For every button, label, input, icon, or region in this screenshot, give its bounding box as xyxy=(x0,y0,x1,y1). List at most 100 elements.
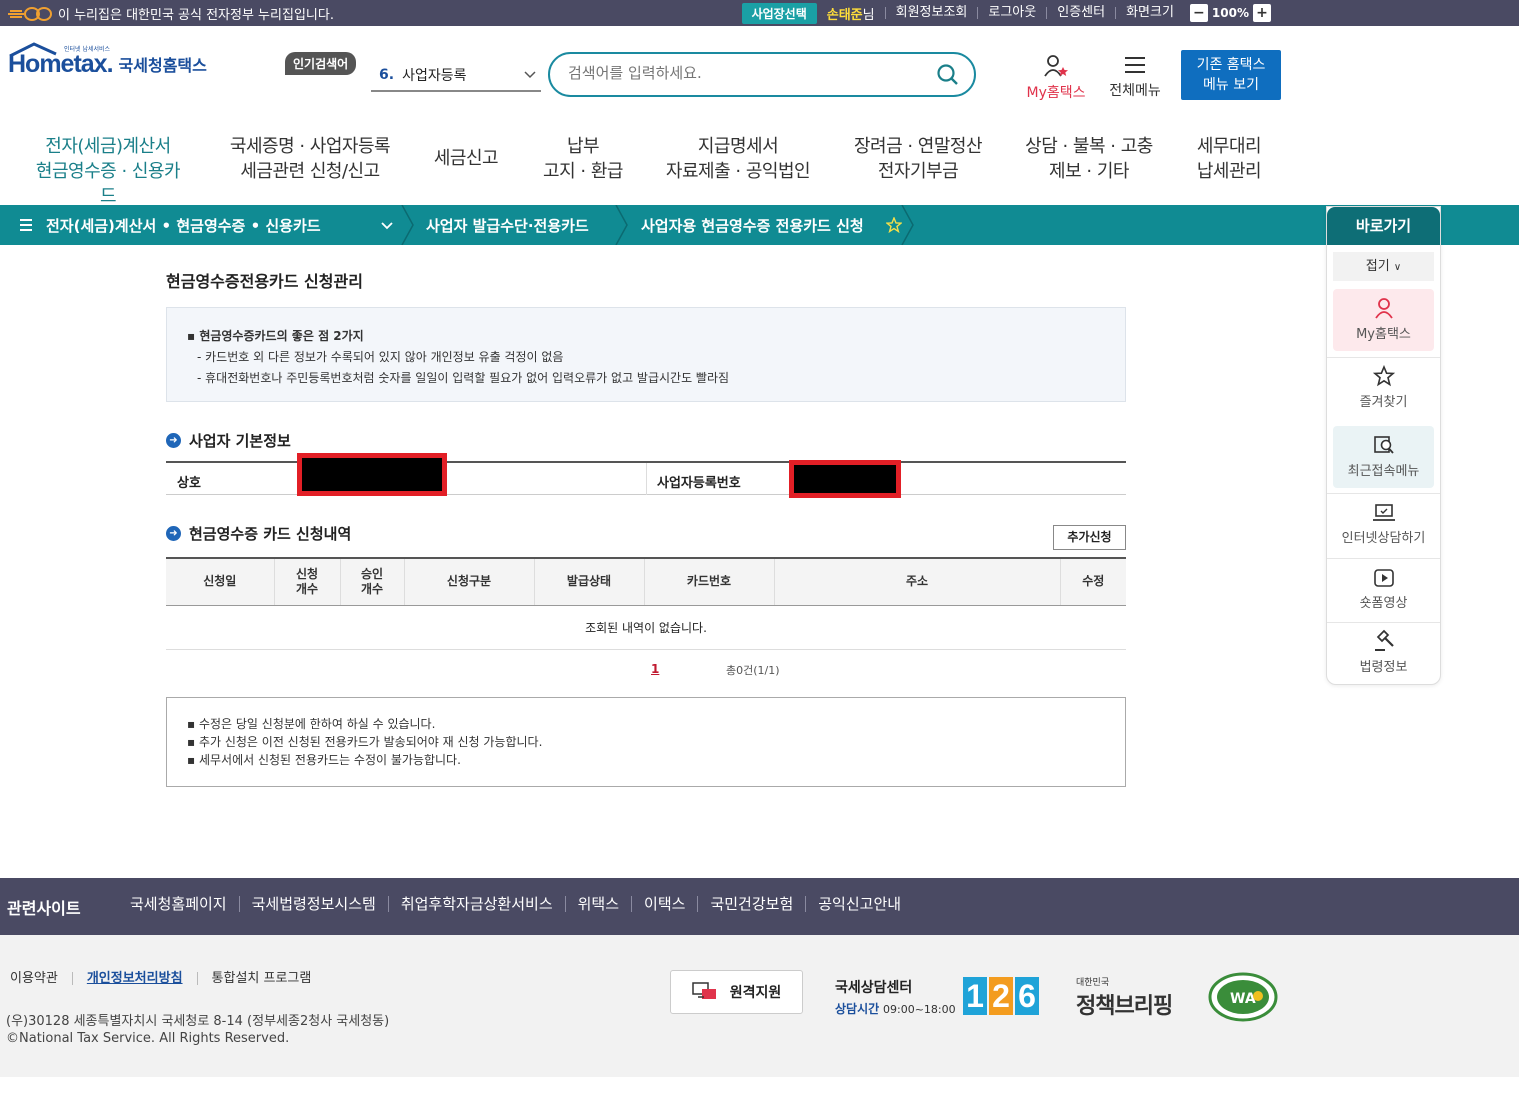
consult-center: 국세상담센터 상담시간 09:00~18:00 xyxy=(835,977,956,1017)
consult-center-title: 국세상담센터 xyxy=(835,980,913,996)
terms-link[interactable]: 이용약관 xyxy=(10,972,72,985)
biz-number-label: 사업자등록번호 xyxy=(657,476,741,491)
page-title: 현금영수증전용카드 신청관리 xyxy=(166,272,363,291)
quick-item-online-consult[interactable]: 인터넷상담하기 xyxy=(1333,493,1434,555)
arrow-circle-icon: ➜ xyxy=(166,526,181,541)
notice-box: ▪ 수정은 당일 신청분에 한하여 하실 수 있습니다. ▪ 추가 신청은 이전… xyxy=(166,697,1126,787)
logo-tagline: 인터넷 납세서비스 xyxy=(64,46,111,53)
chevron-down-icon[interactable] xyxy=(381,220,393,232)
col-edit: 수정 xyxy=(1060,557,1126,606)
all-menu-button[interactable]: 전체메뉴 xyxy=(1104,54,1166,100)
cert-center-link[interactable]: 인증센터 xyxy=(1046,6,1115,19)
breadcrumb-level1[interactable]: 전자(세금)계산서 • 현금영수증 • 신용카드 xyxy=(46,215,321,236)
gnb-item-einvoice[interactable]: 전자(세금)계산서 현금영수증 · 신용카드 xyxy=(28,134,188,221)
egov-logo-icon xyxy=(8,6,52,21)
footer-address: (우)30128 세종특별자치시 국세청로 8-14 (정부세종2청사 국세청동… xyxy=(6,1014,390,1029)
gnb-item-tax-report[interactable]: 세금신고 xyxy=(430,146,502,171)
play-video-icon xyxy=(1373,569,1394,587)
chevron-down-icon xyxy=(524,71,536,79)
quick-item-recent-menu[interactable]: 최근접속메뉴 xyxy=(1333,426,1434,488)
gnb-item-consult[interactable]: 상담 · 불복 · 고충 제보 · 기타 xyxy=(1022,134,1156,184)
user-star-icon xyxy=(1044,55,1068,77)
footer-copyright: ©National Tax Service. All Rights Reserv… xyxy=(6,1031,290,1046)
col-apply-count: 신청 개수 xyxy=(274,557,341,606)
logout-link[interactable]: 로그아웃 xyxy=(977,6,1046,19)
my-hometax-button[interactable]: My홈택스 xyxy=(1022,54,1090,102)
related-link-whistleblow[interactable]: 공익신고안내 xyxy=(805,896,913,912)
logo-korean: 국세청홈택스 xyxy=(118,56,207,75)
page-link-1[interactable]: 1 xyxy=(651,662,659,676)
note-item: ▪ 수정은 당일 신청분에 한하여 하실 수 있습니다. xyxy=(187,717,436,731)
search-icon[interactable] xyxy=(936,63,960,87)
zoom-level: 100% xyxy=(1211,6,1249,20)
col-approve-count: 승인 개수 xyxy=(340,557,405,606)
popular-search-tag: 인기검색어 xyxy=(285,52,357,75)
quick-item-shortform-video[interactable]: 숏폼영상 xyxy=(1333,558,1434,620)
search-input[interactable] xyxy=(568,64,928,82)
search-box xyxy=(548,52,976,97)
old-hometax-menu-button[interactable]: 기존 홈택스 메뉴 보기 xyxy=(1181,50,1281,100)
install-program-link[interactable]: 통합설치 프로그램 xyxy=(196,972,326,985)
info-line-1: - 카드번호 외 다른 정보가 수록되어 있지 않아 개인정보 유출 걱정이 없… xyxy=(197,350,564,364)
gov-notice-bar: 이 누리집은 대한민국 공식 전자정부 누리집입니다. 사업장선택 손태준님 회… xyxy=(0,0,1519,26)
quick-item-my-hometax[interactable]: My홈택스 xyxy=(1333,289,1434,351)
business-select-button[interactable]: 사업장선택 xyxy=(741,2,817,24)
consult-number-126: 1 2 6 xyxy=(963,977,1039,1015)
star-favorite-icon[interactable] xyxy=(886,217,902,233)
gnb-item-statement[interactable]: 지급명세서 자료제출 · 공익법인 xyxy=(664,134,812,184)
logo-house-icon xyxy=(9,42,57,58)
related-link-nhis[interactable]: 국민건강보험 xyxy=(697,896,805,912)
zoom-out-button[interactable]: − xyxy=(1189,4,1208,22)
quick-menu-fold-button[interactable]: 접기 ∨ xyxy=(1333,252,1434,281)
popular-search-select[interactable]: 6. 사업자등록 xyxy=(371,60,541,92)
chevron-down-icon: ∨ xyxy=(1393,262,1402,273)
user-greeting: 손태준님 xyxy=(826,7,875,23)
breadcrumb-level2[interactable]: 사업자 발급수단·전용카드 xyxy=(426,215,589,236)
related-link-etax[interactable]: 이택스 xyxy=(631,896,697,912)
breadcrumb-separator-icon xyxy=(401,205,414,245)
hometax-logo[interactable]: 인터넷 납세서비스 Hometax. 국세청홈택스 xyxy=(8,42,207,79)
page: 이 누리집은 대한민국 공식 전자정부 누리집입니다. 사업장선택 손태준님 회… xyxy=(0,0,1519,1099)
breadcrumb: 전자(세금)계산서 • 현금영수증 • 신용카드 사업자 발급수단·전용카드 사… xyxy=(0,205,1519,245)
info-box: ▪ 현금영수증카드의 좋은 점 2가지 - 카드번호 외 다른 정보가 수록되어… xyxy=(166,307,1126,402)
menu-lines-icon xyxy=(20,219,32,231)
add-application-button[interactable]: 추가신청 xyxy=(1053,525,1126,550)
related-link-nts[interactable]: 국세청홈페이지 xyxy=(118,896,239,912)
col-apply-type: 신청구분 xyxy=(404,557,535,606)
popular-rank: 6. xyxy=(379,67,395,83)
remote-support-icon xyxy=(691,982,716,999)
gnb-item-payment[interactable]: 납부 고지 · 환급 xyxy=(538,134,628,184)
remote-support-button[interactable]: 원격지원 xyxy=(670,970,803,1014)
consult-hours: 09:00~18:00 xyxy=(883,1003,956,1016)
member-info-link[interactable]: 회원정보조회 xyxy=(884,6,978,19)
hamburger-icon xyxy=(1125,57,1145,73)
star-icon xyxy=(1372,365,1395,387)
gnb-item-agent[interactable]: 세무대리 납세관리 xyxy=(1190,134,1268,184)
gov-notice-text: 이 누리집은 대한민국 공식 전자정부 누리집입니다. xyxy=(58,8,334,23)
popular-keyword: 사업자등록 xyxy=(402,68,467,84)
col-address: 주소 xyxy=(774,557,1061,606)
table-row: 조회된 내역이 없습니다. xyxy=(166,605,1126,650)
breadcrumb-level3: 사업자용 현금영수증 전용카드 신청 xyxy=(641,217,864,235)
footer: 이용약관 개인정보처리방침 통합설치 프로그램 (우)30128 세종특별자치시… xyxy=(0,935,1519,1077)
screen-size-label: 화면크기 xyxy=(1115,6,1184,19)
laptop-icon xyxy=(1372,504,1395,521)
quick-item-law-info[interactable]: 법령정보 xyxy=(1333,622,1434,684)
gnb-item-incentive[interactable]: 장려금 · 연말정산 전자기부금 xyxy=(850,134,986,184)
related-link-law[interactable]: 국세법령정보시스템 xyxy=(238,896,388,912)
quick-item-favorites[interactable]: 즐겨찾기 xyxy=(1333,357,1434,419)
zoom-in-button[interactable]: + xyxy=(1253,4,1271,22)
breadcrumb-separator-icon xyxy=(615,205,628,245)
related-sites-bar: 관련사이트 국세청홈페이지 국세법령정보시스템 취업후학자금상환서비스 위택스 … xyxy=(0,878,1519,935)
note-item: ▪ 추가 신청은 이전 신청된 전용카드가 발송되어야 재 신청 가능합니다. xyxy=(187,735,543,749)
policy-briefing-logo[interactable]: 대한민국 정책브리핑 xyxy=(1076,975,1173,1020)
related-link-wetax[interactable]: 위택스 xyxy=(564,896,631,912)
related-link-student-loan[interactable]: 취업후학자금상환서비스 xyxy=(387,896,565,912)
privacy-policy-link[interactable]: 개인정보처리방침 xyxy=(71,972,197,985)
user-name: 손태준 xyxy=(826,7,863,23)
breadcrumb-separator-icon xyxy=(901,205,914,245)
note-item: ▪ 세무서에서 신청된 전용카드는 수정이 불가능합니다. xyxy=(187,753,461,767)
gnb-item-certificate[interactable]: 국세증명 · 사업자등록 세금관련 신청/신고 xyxy=(228,134,392,184)
web-accessibility-mark-icon: WA xyxy=(1208,972,1278,1022)
arrow-circle-icon: ➜ xyxy=(166,433,181,448)
